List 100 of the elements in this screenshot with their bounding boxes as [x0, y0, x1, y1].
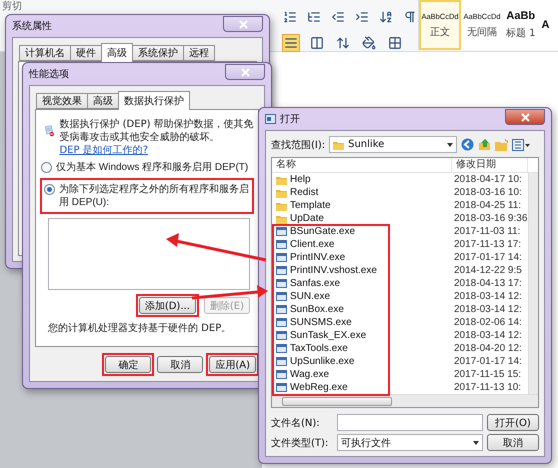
up-folder-icon[interactable] [478, 138, 492, 151]
window-title: 性能选项 [29, 68, 69, 81]
application-icon [276, 356, 287, 367]
application-icon [276, 317, 287, 328]
file-name[interactable]: Client.exe [272, 239, 452, 250]
folder-icon [333, 140, 344, 150]
column-header[interactable]: 修改日期 [452, 158, 528, 172]
file-date: 2018-04-25 11: [453, 200, 522, 211]
application-icon [276, 226, 287, 237]
folder-icon [276, 214, 287, 224]
file-name[interactable]: PrintINV.exe [272, 252, 452, 263]
file-name-label: 文件名(N): [271, 416, 321, 430]
exceptions-list[interactable] [48, 218, 250, 290]
column-header[interactable]: 名称 [272, 158, 452, 172]
file-name[interactable]: Sanfas.exe [272, 278, 452, 289]
radio-option[interactable]: 仅为基本 Windows 程序和服务启用 DEP(T) [40, 161, 254, 174]
tab[interactable]: 数据执行保护 [118, 91, 190, 110]
tab[interactable]: 高级 [87, 93, 119, 109]
tab[interactable]: 系统保护 [132, 45, 184, 61]
file-date: 2017-11-13 17: [453, 239, 522, 250]
application-icon [276, 304, 287, 315]
application-icon [276, 239, 287, 250]
folder-icon [276, 200, 287, 210]
file-date: 2018-02-06 14: [453, 317, 523, 328]
radio-option[interactable]: 为除下列选定程序之外的所有程序和服务启用 DEP(U): [43, 183, 251, 209]
application-icon [276, 291, 287, 302]
hardware-note: 您的计算机处理器支持基于硬件的 DEP。 [47, 322, 232, 335]
file-name[interactable]: SunTask_EX.exe [272, 330, 452, 341]
dialog-button[interactable]: 取消 [157, 356, 204, 373]
file-date: 2018-04-20 12: [453, 343, 523, 354]
help-link[interactable]: DEP 是如何工作的? [59, 145, 148, 156]
open-button[interactable]: 打开(O) [487, 414, 539, 431]
cut-label[interactable]: 剪切 [2, 1, 22, 13]
file-name[interactable]: SunBox.exe [272, 304, 452, 315]
application-icon [276, 330, 287, 341]
file-name[interactable]: Wag.exe [272, 369, 452, 380]
tab[interactable]: 高级 [101, 43, 133, 62]
file-name[interactable]: SUN.exe [272, 291, 452, 302]
justify-icon[interactable] [282, 34, 300, 52]
file-date: 2018-04-17 10: [453, 174, 523, 185]
vertical-scrollbar[interactable] [528, 173, 538, 394]
file-type-label: 文件类型(T): [271, 436, 330, 450]
tab[interactable]: 远程 [183, 45, 215, 61]
file-type-dropdown[interactable]: 可执行文件 [337, 434, 483, 451]
folder-icon [276, 188, 287, 198]
file-date: 2014-12-22 9:5 [453, 265, 523, 276]
window-icon [265, 114, 276, 124]
file-date: 2017-01-17 14: [453, 252, 523, 263]
borders-icon[interactable] [386, 34, 404, 52]
application-icon [276, 278, 287, 289]
cancel-button[interactable]: 取消 [487, 434, 539, 451]
application-icon [276, 382, 287, 393]
folder-icon [276, 174, 287, 184]
file-name[interactable]: Help [272, 174, 452, 185]
file-date: 2017-11-13 10: [453, 382, 522, 393]
application-icon [276, 265, 287, 276]
tab[interactable]: 计算机名 [19, 45, 71, 61]
dialog-button[interactable]: 确定 [105, 356, 152, 373]
file-date: 2018-03-14 12: [453, 330, 523, 341]
file-name[interactable]: WebReg.exe [272, 382, 452, 393]
list-button[interactable]: 添加(D)... [138, 297, 196, 314]
file-name[interactable]: Redist [272, 187, 452, 198]
file-date: 2017-01-17 14: [453, 356, 523, 367]
file-date: 2017-11-03 11: [453, 226, 522, 237]
paint-bucket-icon[interactable] [360, 34, 378, 52]
look-in-dropdown[interactable]: Sunlike [329, 136, 458, 153]
window-title: 打开 [280, 112, 300, 126]
back-icon[interactable] [461, 138, 474, 151]
file-name[interactable]: UpSunlike.exe [272, 356, 452, 367]
application-icon [276, 369, 287, 380]
file-name-field[interactable] [337, 414, 483, 431]
application-icon [276, 343, 287, 354]
file-date: 2018-04-13 17: [453, 278, 523, 289]
dialog-button[interactable]: 应用(A) [209, 356, 256, 373]
close-icon [238, 20, 248, 28]
view-menu-icon[interactable] [512, 138, 530, 150]
description-text: 数据执行保护 (DEP) 帮助保护数据，使其免受病毒攻击或其他安全威胁的破坏。 DEP 是如何工作的? [59, 118, 254, 157]
file-date: 2018-03-14 12: [453, 291, 523, 302]
application-icon [276, 252, 287, 263]
columns-icon[interactable] [308, 34, 326, 52]
close-icon [520, 112, 530, 122]
close-button[interactable] [505, 109, 545, 125]
tab[interactable]: 视觉效果 [36, 93, 88, 109]
look-in-label: 查找范围(I): [271, 138, 326, 152]
file-date: 2018-03-16 9:36 [453, 213, 528, 224]
close-button[interactable] [223, 16, 263, 32]
close-button[interactable] [225, 64, 265, 80]
file-name[interactable]: Template [272, 200, 452, 211]
tab[interactable]: 硬件 [70, 45, 102, 61]
file-name[interactable]: PrintINV.vshost.exe [272, 265, 452, 276]
caret-icon [473, 440, 479, 444]
file-name[interactable]: TaxTools.exe [272, 343, 452, 354]
horizontal-scrollbar[interactable] [272, 394, 538, 407]
file-date: 2017-11-15 15: [453, 369, 522, 380]
file-name[interactable]: BSunGate.exe [272, 226, 452, 237]
close-icon [240, 68, 250, 76]
file-name[interactable]: SUNSMS.exe [272, 317, 452, 328]
file-date: 2018-03-14 12: [453, 304, 523, 315]
file-name[interactable]: UpDate [272, 213, 452, 224]
caret-icon [447, 142, 454, 146]
